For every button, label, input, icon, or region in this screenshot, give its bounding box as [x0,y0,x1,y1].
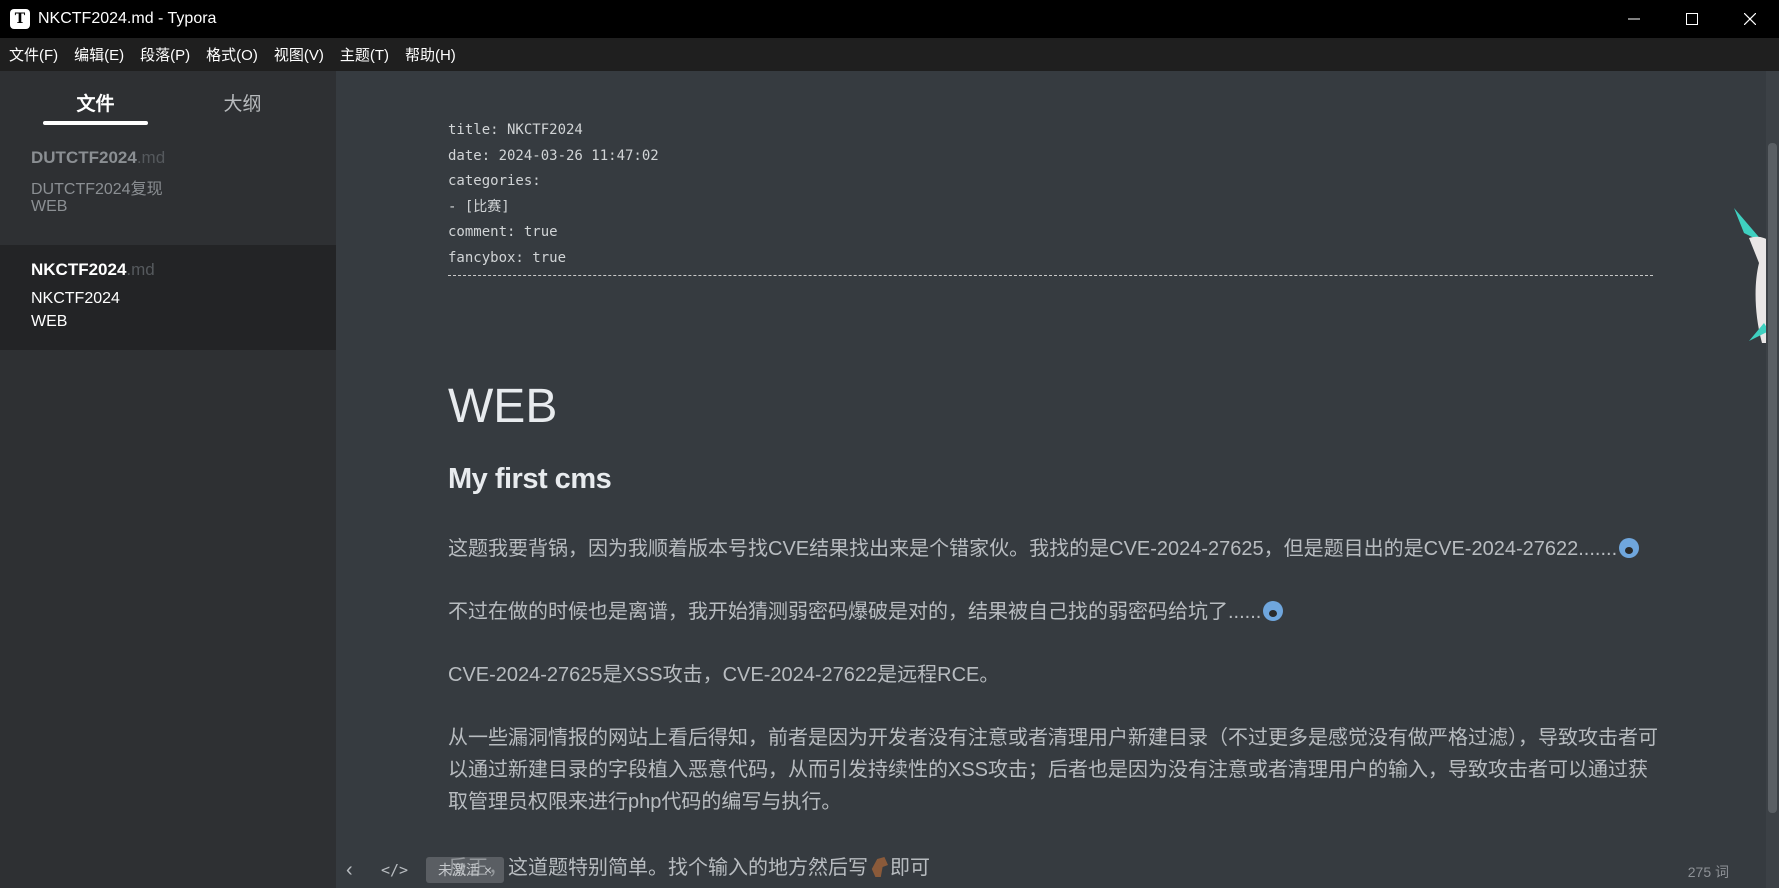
fearful-face-emoji-icon [1619,538,1640,558]
status-bar: ‹ </> 未激活 × 275 词 [336,853,1779,888]
minimize-button[interactable] [1605,0,1663,38]
yaml-front-matter[interactable]: title: NKCTF2024 date: 2024-03-26 11:47:… [448,118,1653,276]
active-tab-indicator [43,121,148,125]
menu-view[interactable]: 视图(V) [266,44,332,65]
scrollbar-thumb[interactable] [1768,143,1777,813]
paragraph: 不过在做的时候也是离谱，我开始猜测弱密码爆破是对的，结果被自己找的弱密码给坑了.… [448,596,1658,628]
front-matter-line: fancybox: true [448,249,567,266]
paragraph: 从一些漏洞情报的网站上看后得知，前者是因为开发者没有注意或者清理用户新建目录（不… [448,727,1658,813]
unactivated-badge[interactable]: 未激活 × [426,857,505,883]
menu-help[interactable]: 帮助(H) [397,44,464,65]
paragraph: 这题我要背锅，因为我顺着版本号找CVE结果找出来是个错家伙。我找的是CVE-20… [448,533,1658,565]
typora-app-icon: T [10,9,30,29]
fearful-face-emoji-icon [1263,601,1284,621]
title-bar: T NKCTF2024.md - Typora [0,0,1779,38]
front-matter-line: - [比赛] [448,198,510,215]
window-title: NKCTF2024.md - Typora [38,10,217,27]
close-button[interactable] [1721,0,1779,38]
file-preview-line: WEB [31,198,68,215]
menu-bar: 文件(F) 编辑(E) 段落(P) 格式(O) 视图(V) 主题(T) 帮助(H… [0,38,1779,71]
file-name: DUTCTF2024.md [31,148,166,167]
heading-1: WEB [448,380,558,433]
close-icon [1744,13,1756,25]
maximize-button[interactable] [1663,0,1721,38]
file-item-dutctf2024[interactable]: DUTCTF2024.md DUTCTF2024复现 WEB [0,135,336,221]
file-preview-line: WEB [31,313,68,330]
editor-area[interactable]: title: NKCTF2024 date: 2024-03-26 11:47:… [336,71,1779,888]
menu-format[interactable]: 格式(O) [198,44,266,65]
paragraph: CVE-2024-27625是XSS攻击，CVE-2024-27622是远程RC… [448,664,1000,686]
menu-theme[interactable]: 主题(T) [332,44,397,65]
front-matter-line: date: 2024-03-26 11:47:02 [448,147,659,164]
file-name: NKCTF2024.md [31,260,155,279]
window-controls [1605,0,1779,38]
heading-2: My first cms [448,463,612,495]
file-preview-line: DUTCTF2024复现 [31,181,163,198]
source-code-mode-button[interactable]: </> [381,861,408,879]
front-matter-line: comment: true [448,224,558,240]
word-count[interactable]: 275 词 [1688,862,1729,882]
front-matter-line: categories: [448,173,541,189]
file-item-nkctf2024[interactable]: NKCTF2024.md NKCTF2024 WEB [0,245,336,350]
toggle-sidebar-button[interactable]: ‹ [346,859,353,882]
tab-files[interactable]: 文件 [43,89,148,116]
menu-edit[interactable]: 编辑(E) [66,44,132,65]
menu-file[interactable]: 文件(F) [0,44,66,65]
sidebar: 文件 大纲 DUTCTF2024.md DUTCTF2024复现 WEB NKC… [0,71,336,888]
minimize-icon [1628,18,1640,20]
vertical-scrollbar[interactable] [1766,71,1779,888]
maximize-icon [1686,13,1698,25]
menu-paragraph[interactable]: 段落(P) [132,44,198,65]
sidebar-tabs: 文件 大纲 [0,71,336,135]
tab-outline[interactable]: 大纲 [190,89,295,116]
front-matter-line: title: NKCTF2024 [448,122,583,138]
file-preview-line: NKCTF2024 [31,290,120,307]
